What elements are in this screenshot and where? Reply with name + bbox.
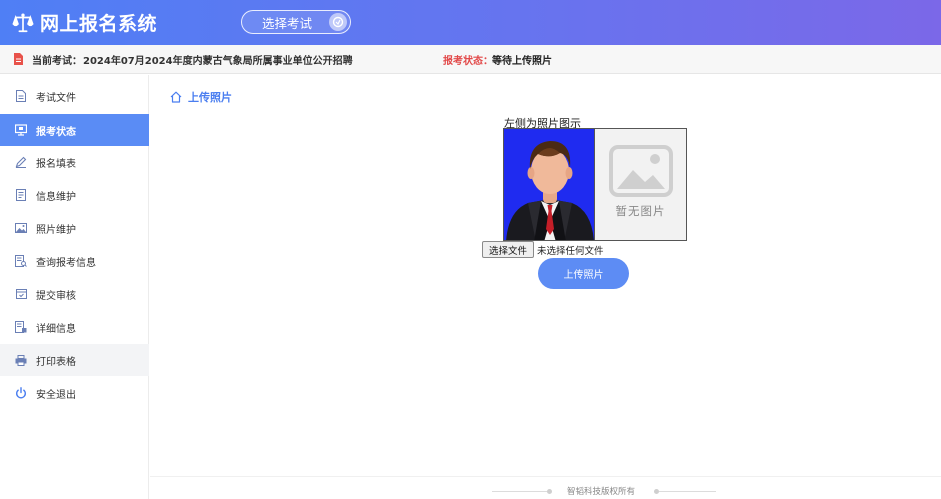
sidebar-item-label: 报名填表 <box>36 158 76 170</box>
detail-doc-icon <box>15 321 27 333</box>
sidebar-item-label: 详细信息 <box>36 323 76 335</box>
home-icon <box>170 91 182 103</box>
footer-divider-left <box>492 491 548 492</box>
footer-divider-right <box>659 491 716 492</box>
sidebar-item-label: 报考状态 <box>36 126 76 138</box>
sidebar-item-fill-form[interactable]: 报名填表 <box>0 146 149 178</box>
sidebar-item-label: 信息维护 <box>36 191 76 203</box>
power-icon <box>15 387 27 399</box>
footer-dot-left <box>547 489 552 494</box>
file-list-icon <box>15 189 27 201</box>
copyright-text: 智韬科技版权所有 <box>567 487 636 497</box>
current-exam-label: 当前考试： <box>32 55 82 67</box>
scales-icon <box>12 13 34 32</box>
app-logo: 网上报名系统 <box>12 9 157 36</box>
sidebar-item-label: 照片维护 <box>36 224 76 236</box>
sidebar-item-logout[interactable]: 安全退出 <box>0 377 149 409</box>
search-doc-icon <box>15 255 27 267</box>
sidebar-item-label: 提交审核 <box>36 290 76 302</box>
current-exam-value: 2024年07月2024年度内蒙古气象局所属事业单位公开招聘 <box>83 55 353 67</box>
sidebar-item-query-info[interactable]: 查询报考信息 <box>0 245 149 277</box>
file-status-text: 未选择任何文件 <box>537 245 604 257</box>
sample-photo <box>503 128 595 241</box>
exam-info-bar: 当前考试： 2024年07月2024年度内蒙古气象局所属事业单位公开招聘 报考状… <box>0 45 941 74</box>
sidebar-item-label: 查询报考信息 <box>36 257 96 269</box>
photo-placeholder: 暂无图片 <box>595 128 687 241</box>
image-icon <box>15 222 27 234</box>
submit-icon <box>15 288 27 300</box>
sidebar-item-label: 考试文件 <box>36 92 76 104</box>
app-title: 网上报名系统 <box>40 13 158 35</box>
status-label: 报考状态： <box>443 55 493 67</box>
sidebar-item-info-maintenance[interactable]: 信息维护 <box>0 179 149 211</box>
sidebar-item-print-form[interactable]: 打印表格 <box>0 344 149 376</box>
pencil-icon <box>15 156 27 168</box>
select-exam-button[interactable]: 选择考试 <box>241 10 351 34</box>
breadcrumb: 上传照片 <box>170 89 232 105</box>
printer-icon <box>15 354 27 366</box>
sidebar-item-exam-status[interactable]: 报考状态 <box>0 114 149 146</box>
choose-file-button[interactable]: 选择文件 <box>482 241 535 258</box>
file-input: 选择文件 未选择任何文件 <box>482 241 604 258</box>
upload-photo-button[interactable]: 上传照片 <box>538 258 629 289</box>
sidebar-item-submit-review[interactable]: 提交审核 <box>0 278 149 310</box>
footer: 智韬科技版权所有 <box>150 476 941 499</box>
select-exam-label: 选择考试 <box>262 15 313 31</box>
document-red-icon <box>14 53 23 65</box>
person-avatar-icon <box>504 129 594 240</box>
monitor-icon <box>15 124 27 136</box>
status-value: 等待上传照片 <box>492 55 552 67</box>
sidebar: 考试文件 报考状态 报名填表 信息维护 照片维护 查询报考信息 提交审核 详细信… <box>0 75 149 499</box>
sidebar-item-exam-files[interactable]: 考试文件 <box>0 80 149 112</box>
no-image-icon <box>608 145 673 197</box>
sidebar-item-photo-maintenance[interactable]: 照片维护 <box>0 212 149 244</box>
sidebar-item-label: 打印表格 <box>36 356 76 368</box>
sidebar-item-label: 安全退出 <box>36 389 76 401</box>
no-image-text: 暂无图片 <box>615 204 666 218</box>
select-exam-icon <box>329 13 347 31</box>
page-title: 上传照片 <box>188 91 232 104</box>
document-icon <box>15 90 27 102</box>
sidebar-item-details[interactable]: 详细信息 <box>0 311 149 343</box>
top-header: 网上报名系统 选择考试 <box>0 0 941 45</box>
